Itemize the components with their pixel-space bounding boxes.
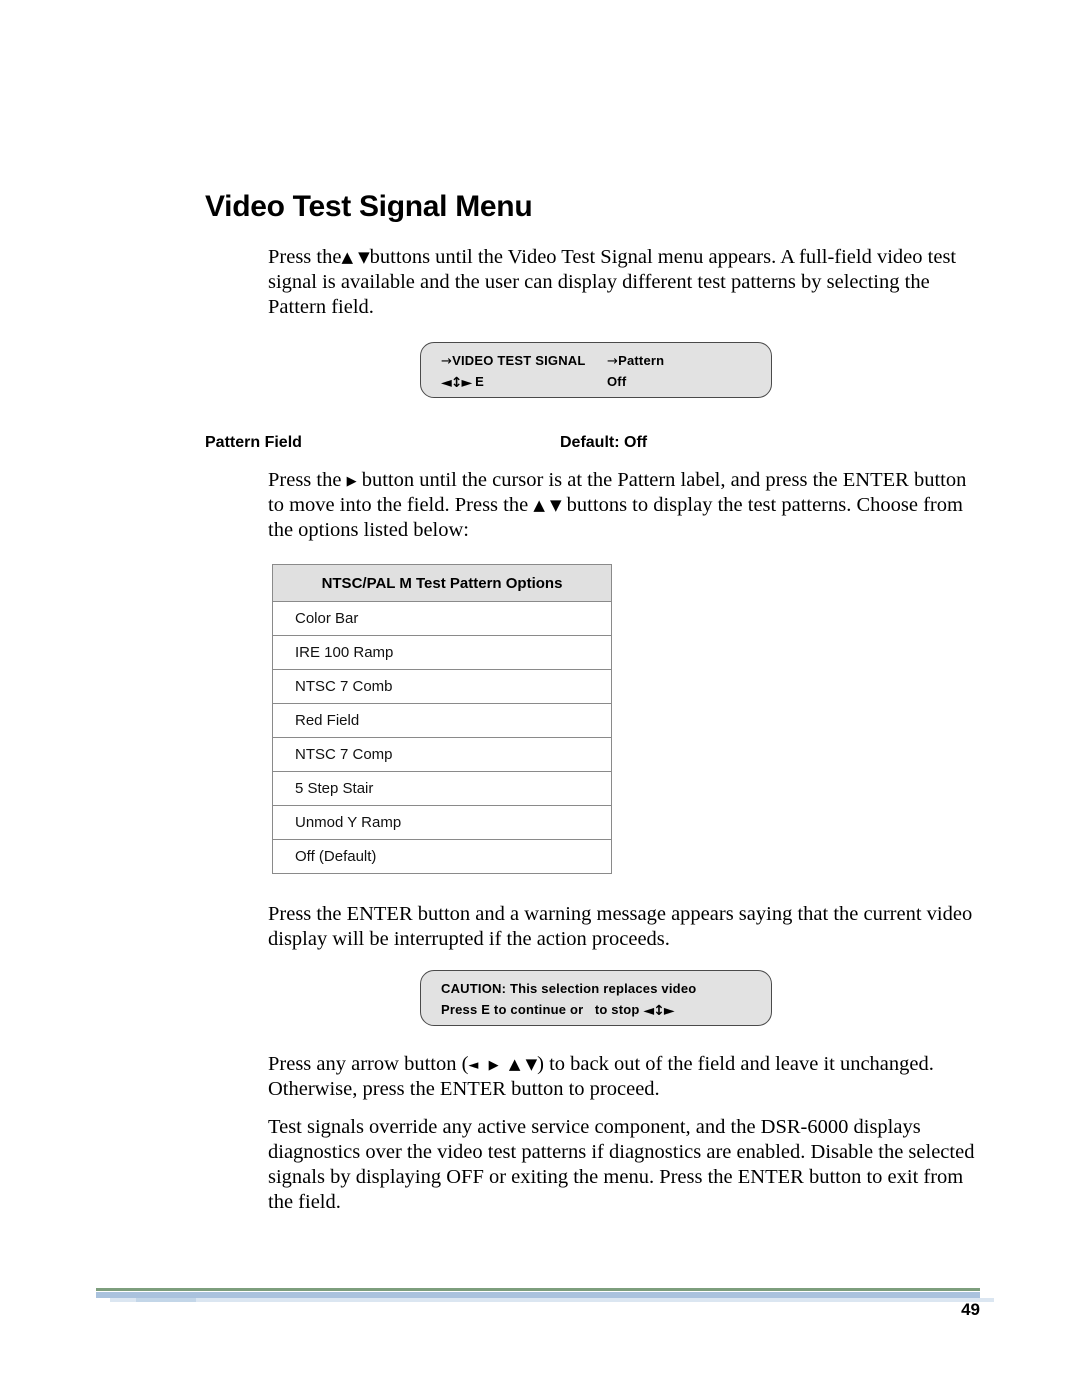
table-row: Color Bar <box>272 601 612 636</box>
caution-message-line-2: Press E to continue or to stop ◄↕► <box>441 1002 675 1019</box>
footer-rule-shadow <box>110 1298 994 1302</box>
table-row: Red Field <box>272 703 612 738</box>
table-body: Color Bar IRE 100 Ramp NTSC 7 Comb Red F… <box>272 601 612 874</box>
caution-stop-text: to stop <box>594 1002 640 1017</box>
option-cell: Color Bar <box>272 601 612 636</box>
intro-paragraph: Press the▲ ▼buttons until the Video Test… <box>268 245 980 320</box>
option-cell: Unmod Y Ramp <box>272 805 612 840</box>
left-arrow-icon-inline: ◄ <box>468 1058 479 1073</box>
pattern-text-a: Press the <box>268 469 342 491</box>
option-cell: 5 Step Stair <box>272 771 612 806</box>
pattern-instructions-paragraph: Press the ▶ button until the cursor is a… <box>268 468 980 543</box>
lcd-menu-title: VIDEO TEST SIGNAL <box>452 353 586 368</box>
lcd-field-label-line: →Pattern <box>607 353 664 369</box>
default-value-label: Default: Off <box>560 434 648 451</box>
page-title: Video Test Signal Menu <box>205 190 533 223</box>
footer-rule <box>96 1288 994 1304</box>
table-row: Off (Default) <box>272 839 612 874</box>
table-row: IRE 100 Ramp <box>272 635 612 670</box>
table-header-cell: NTSC/PAL M Test Pattern Options <box>272 564 612 602</box>
up-arrow-icon-inline-2: ▲ <box>508 1055 521 1073</box>
warning-paragraph: Press the ENTER button and a warning mes… <box>268 903 973 950</box>
intro-text-after: buttons until the Video Test Signal menu… <box>268 246 957 318</box>
caution-continue-text: Press E to continue or <box>441 1002 584 1017</box>
lcd-menu-title-line: →VIDEO TEST SIGNAL <box>441 353 586 369</box>
right-arrow-icon-inline-2: ▶ <box>488 1058 499 1073</box>
lcd-enter-key-label: E <box>475 374 484 389</box>
up-arrow-icon-inline: ▲ <box>533 496 545 514</box>
down-arrow-icon-inline: ▼ <box>550 496 562 514</box>
backout-text-a: Press any arrow button ( <box>268 1053 469 1075</box>
four-way-arrow-icon-caution: ◄↕► <box>643 1003 674 1019</box>
right-arrow-icon-2: → <box>607 354 619 369</box>
caution-message-line-1: CAUTION: This selection replaces video <box>441 981 697 996</box>
option-cell: Red Field <box>272 703 612 738</box>
table-row: NTSC 7 Comb <box>272 669 612 704</box>
backout-paragraph: Press any arrow button (◄ ▶ ▲ ▼) to back… <box>268 1052 980 1102</box>
page-number: 49 <box>961 1300 980 1319</box>
table-row: 5 Step Stair <box>272 771 612 806</box>
option-cell: NTSC 7 Comb <box>272 669 612 704</box>
table-row: Unmod Y Ramp <box>272 805 612 840</box>
footer-rule-green <box>96 1288 980 1291</box>
option-cell: NTSC 7 Comp <box>272 737 612 772</box>
field-name-label: Pattern Field <box>205 434 302 451</box>
lcd-field-value: Off <box>607 374 627 389</box>
option-cell: IRE 100 Ramp <box>272 635 612 670</box>
right-arrow-icon: → <box>441 354 453 369</box>
down-arrow-icon-inline-2: ▼ <box>525 1055 538 1073</box>
up-arrow-icon: ▲ <box>341 248 353 266</box>
override-paragraph: Test signals override any active service… <box>268 1116 975 1213</box>
video-test-signal-lcd-display: →VIDEO TEST SIGNAL →Pattern ◄↕► E Off <box>420 342 772 398</box>
footer-rule-shadow-accent <box>136 1298 196 1302</box>
right-arrow-icon-inline: ▶ <box>346 474 357 489</box>
option-cell: Off (Default) <box>272 839 612 874</box>
intro-text-before: Press the <box>268 246 342 268</box>
caution-lcd-display: CAUTION: This selection replaces video P… <box>420 970 772 1026</box>
document-page: Video Test Signal Menu Press the▲ ▼butto… <box>0 0 1080 1397</box>
table-header-row: NTSC/PAL M Test Pattern Options <box>272 564 612 602</box>
table-row: NTSC 7 Comp <box>272 737 612 772</box>
four-way-arrow-icon: ◄↕► <box>441 375 472 391</box>
down-arrow-icon: ▼ <box>358 248 370 266</box>
lcd-nav-hint-line: ◄↕► E <box>441 374 484 391</box>
field-summary-row: Pattern Field Default: Off <box>205 434 980 454</box>
test-pattern-options-table: NTSC/PAL M Test Pattern Options Color Ba… <box>272 564 612 874</box>
lcd-field-label: Pattern <box>618 353 665 368</box>
